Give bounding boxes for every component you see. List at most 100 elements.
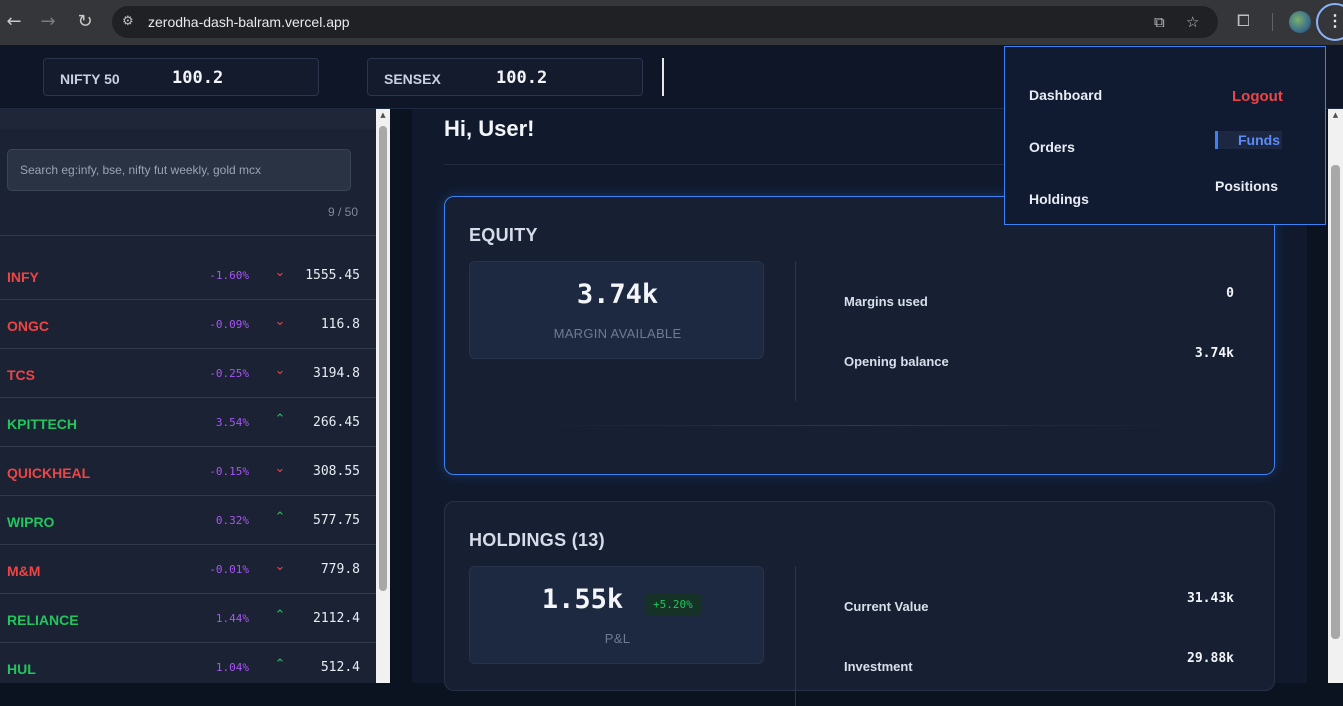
scroll-up-icon[interactable]: ▲: [1328, 111, 1343, 119]
row-value: 29.88k: [1187, 651, 1234, 666]
index-nifty: NIFTY 50 100.2: [43, 58, 319, 96]
watchlist-row[interactable]: HUL 1.04% ⌃ 512.4: [0, 643, 376, 683]
stock-name: ONGC: [7, 318, 49, 334]
index-name: NIFTY 50: [60, 71, 120, 87]
chevron-down-icon: ⌄: [274, 265, 286, 280]
pnl-box: 1.55k +5.20% P&L: [469, 566, 764, 664]
metric-label: MARGIN AVAILABLE: [553, 326, 682, 341]
watchlist-row[interactable]: QUICKHEAL -0.15% ⌄ 308.55: [0, 447, 376, 496]
chevron-down-icon: ⌄: [274, 461, 286, 476]
stock-price: 512.4: [320, 660, 360, 675]
stock-change: 1.04%: [215, 661, 249, 674]
menu-item-holdings[interactable]: Holdings: [1029, 191, 1089, 207]
chevron-up-icon: ⌃: [274, 412, 286, 427]
watchlist-row[interactable]: RELIANCE 1.44% ⌃ 2112.4: [0, 594, 376, 643]
scrollbar-thumb[interactable]: [1331, 165, 1340, 639]
stock-name: KPITTECH: [7, 416, 77, 432]
chevron-down-icon: ⌄: [274, 314, 286, 329]
nav-dropdown-menu: Dashboard Orders Holdings Logout Funds P…: [1004, 46, 1326, 225]
watchlist-header: [0, 109, 376, 129]
watchlist-row[interactable]: KPITTECH 3.54% ⌃ 266.45: [0, 398, 376, 447]
margin-available-box: 3.74k MARGIN AVAILABLE: [469, 261, 764, 359]
watchlist-row[interactable]: ONGC -0.09% ⌄ 116.8: [0, 300, 376, 349]
watchlist-scrollbar[interactable]: ▲: [376, 109, 390, 683]
stock-price: 1555.45: [305, 268, 360, 283]
index-name: SENSEX: [384, 71, 441, 87]
divider: [662, 58, 664, 96]
divider: [795, 261, 796, 401]
extensions-icon[interactable]: ⧠: [1237, 11, 1250, 31]
site-info-icon[interactable]: ⚙: [122, 14, 138, 30]
divider: [0, 235, 376, 236]
stock-name: HUL: [7, 661, 36, 677]
row-label: Margins used: [844, 294, 928, 309]
divider: [535, 425, 1185, 426]
watchlist: Search eg:infy, bse, nifty fut weekly, g…: [0, 109, 376, 683]
row-value: 31.43k: [1187, 591, 1234, 606]
index-value: 100.2: [172, 68, 224, 88]
card-title: HOLDINGS (13): [469, 530, 605, 550]
stock-price: 308.55: [313, 464, 360, 479]
logout-button[interactable]: Logout: [1232, 88, 1283, 105]
card-title: EQUITY: [469, 225, 538, 245]
install-app-icon[interactable]: ⧉: [1154, 13, 1165, 31]
scrollbar-thumb[interactable]: [379, 126, 387, 591]
holdings-card: HOLDINGS (13) 1.55k +5.20% P&L Current V…: [444, 501, 1275, 706]
stock-price: 3194.8: [313, 366, 360, 381]
index-value: 100.2: [496, 68, 548, 88]
menu-item-funds[interactable]: Funds: [1215, 131, 1282, 149]
watchlist-row[interactable]: INFY -1.60% ⌄ 1555.45: [0, 251, 376, 300]
stock-change: -0.25%: [209, 367, 249, 380]
stock-price: 266.45: [313, 415, 360, 430]
reload-icon[interactable]: ↻: [73, 10, 97, 34]
browser-toolbar: ← → ↻ ⚙ zerodha-dash-balram.vercel.app ⧉…: [0, 0, 1343, 45]
menu-item-positions[interactable]: Positions: [1215, 178, 1278, 194]
stock-price: 116.8: [320, 317, 360, 332]
stock-change: 3.54%: [215, 416, 249, 429]
watchlist-count: 9 / 50: [328, 205, 359, 219]
stock-name: M&M: [7, 563, 41, 579]
chevron-up-icon: ⌃: [274, 657, 286, 672]
row-value: 3.74k: [1194, 346, 1234, 361]
stock-change: -0.15%: [209, 465, 249, 478]
row-label: Opening balance: [844, 354, 949, 369]
profile-avatar[interactable]: [1289, 11, 1311, 33]
bookmark-star-icon[interactable]: ☆: [1186, 13, 1199, 31]
stock-change: -0.09%: [209, 318, 249, 331]
search-input[interactable]: Search eg:infy, bse, nifty fut weekly, g…: [7, 149, 351, 191]
stock-name: QUICKHEAL: [7, 465, 91, 481]
watchlist-row[interactable]: WIPRO 0.32% ⌃ 577.75: [0, 496, 376, 545]
chevron-up-icon: ⌃: [274, 510, 286, 525]
chevron-up-icon: ⌃: [274, 608, 286, 623]
pnl-badge: +5.20%: [645, 594, 701, 615]
stock-name: TCS: [7, 367, 35, 383]
divider: [795, 566, 796, 706]
stock-price: 577.75: [313, 513, 360, 528]
stock-price: 2112.4: [313, 611, 360, 626]
stock-name: INFY: [7, 269, 39, 285]
menu-item-dashboard[interactable]: Dashboard: [1029, 87, 1102, 103]
stock-change: 0.32%: [215, 514, 249, 527]
row-label: Investment: [844, 659, 913, 674]
menu-item-orders[interactable]: Orders: [1029, 139, 1075, 155]
equity-card: EQUITY 3.74k MARGIN AVAILABLE Margins us…: [444, 196, 1275, 475]
stock-change: 1.44%: [215, 612, 249, 625]
page-title: Hi, User!: [444, 116, 535, 141]
address-bar[interactable]: ⚙ zerodha-dash-balram.vercel.app ⧉ ☆: [112, 6, 1218, 38]
chevron-down-icon: ⌄: [274, 559, 286, 574]
stock-change: -1.60%: [209, 269, 249, 282]
url-text[interactable]: zerodha-dash-balram.vercel.app: [148, 14, 350, 30]
watchlist-row[interactable]: M&M -0.01% ⌄ 779.8: [0, 545, 376, 594]
watchlist-row[interactable]: TCS -0.25% ⌄ 3194.8: [0, 349, 376, 398]
scroll-up-icon[interactable]: ▲: [376, 111, 390, 119]
back-icon[interactable]: ←: [2, 10, 26, 34]
stock-name: RELIANCE: [7, 612, 79, 628]
forward-icon[interactable]: →: [36, 10, 60, 34]
page-scrollbar[interactable]: ▲: [1328, 109, 1343, 683]
toolbar-divider: [1272, 13, 1273, 31]
metric-label: P&L: [604, 631, 631, 646]
browser-menu-icon[interactable]: ⋮: [1316, 3, 1343, 41]
stock-name: WIPRO: [7, 514, 55, 530]
row-label: Current Value: [844, 599, 929, 614]
chevron-down-icon: ⌄: [274, 363, 286, 378]
